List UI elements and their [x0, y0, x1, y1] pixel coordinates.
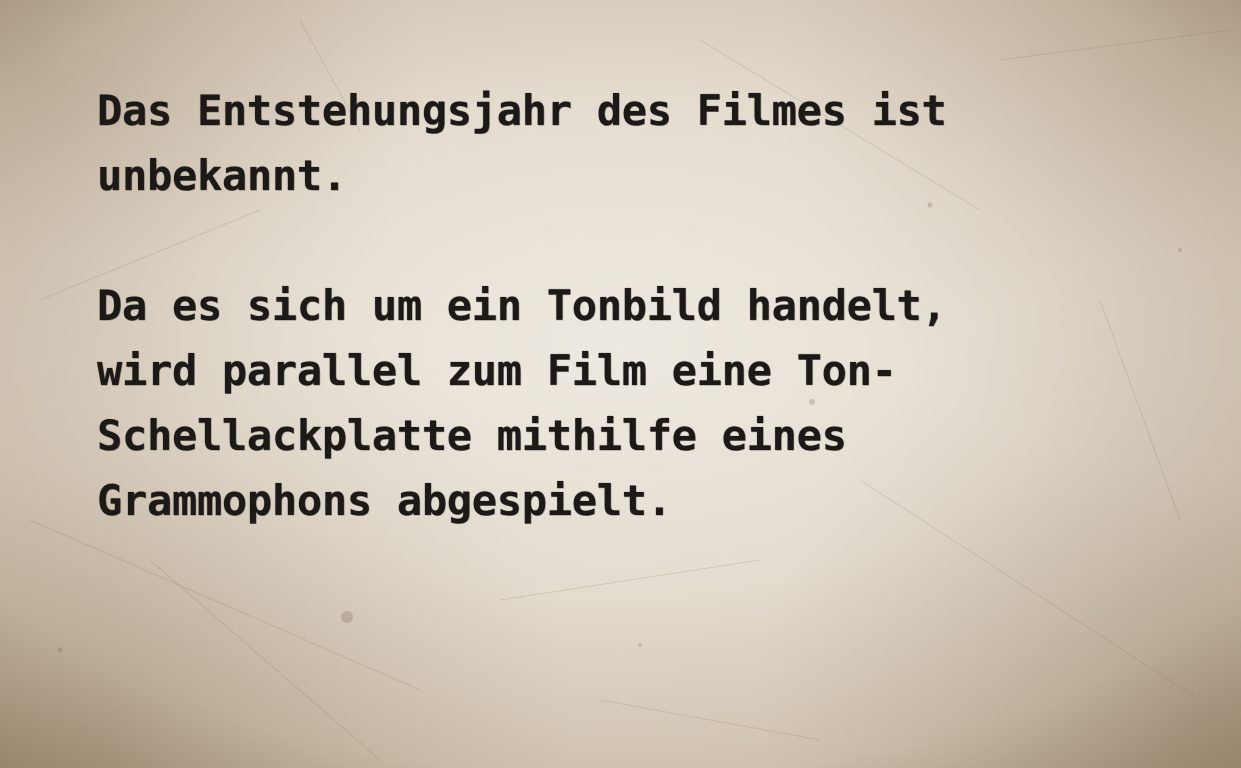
paragraph-2: Da es sich um ein Tonbild handelt, wird … [97, 273, 1157, 533]
text-line: Das Entstehungsjahr des Filmes ist [97, 86, 947, 135]
document-text: Das Entstehungsjahr des Filmes ist unbek… [97, 78, 1157, 533]
page: { "document": { "paragraphs": [ { "lines… [0, 0, 1241, 768]
text-line: Grammophons abgespielt. [97, 476, 672, 525]
text-line: unbekannt. [97, 151, 347, 200]
paragraph-1: Das Entstehungsjahr des Filmes ist unbek… [97, 78, 1157, 208]
text-line: wird parallel zum Film eine Ton- [97, 346, 897, 395]
text-line: Schellackplatte mithilfe eines [97, 411, 847, 460]
text-line: Da es sich um ein Tonbild handelt, [97, 281, 947, 330]
